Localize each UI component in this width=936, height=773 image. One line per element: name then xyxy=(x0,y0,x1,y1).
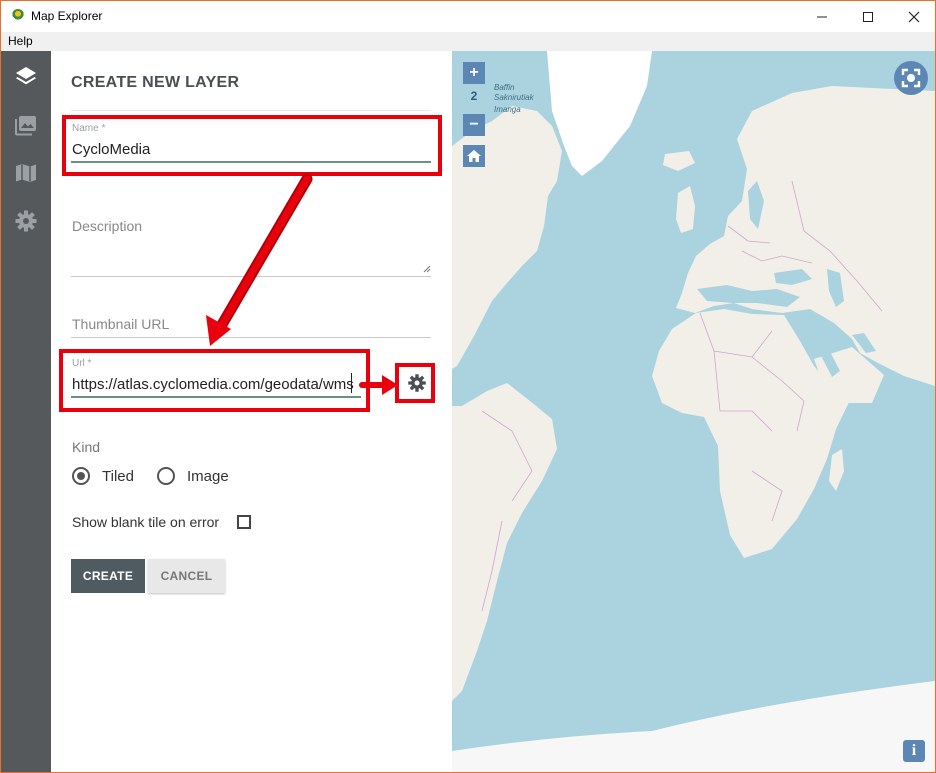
gear-icon xyxy=(408,374,426,392)
text-cursor xyxy=(351,373,352,393)
maximize-button[interactable] xyxy=(845,1,891,32)
madagascar xyxy=(829,449,844,491)
home-button[interactable] xyxy=(463,145,485,167)
title-bar[interactable]: Map Explorer xyxy=(1,1,935,32)
iceland xyxy=(663,151,695,171)
layers-icon[interactable] xyxy=(14,65,38,89)
blank-tile-label: Show blank tile on error xyxy=(72,514,220,530)
resize-handle-icon[interactable] xyxy=(423,265,431,273)
zoom-out-button[interactable]: − xyxy=(463,114,485,136)
menu-item-help[interactable]: Help xyxy=(8,34,33,48)
description-underline xyxy=(71,276,431,277)
cancel-button[interactable]: CANCEL xyxy=(148,559,225,593)
description-field[interactable]: Description xyxy=(72,218,142,234)
create-button[interactable]: CREATE xyxy=(71,559,145,593)
minimize-button[interactable] xyxy=(799,1,845,32)
thumbnail-underline xyxy=(71,337,431,338)
world-map xyxy=(452,51,935,772)
screenshot-icon xyxy=(901,68,921,88)
map-icon[interactable] xyxy=(14,161,38,185)
close-icon xyxy=(908,11,920,22)
window-title: Map Explorer xyxy=(31,9,103,23)
minimize-icon xyxy=(817,16,827,17)
radio-image-label: Image xyxy=(187,468,229,485)
antarctica xyxy=(452,681,935,772)
zoom-in-button[interactable]: + xyxy=(463,62,485,84)
blank-tile-checkbox[interactable] xyxy=(237,515,251,529)
image-icon[interactable] xyxy=(14,113,38,137)
panel-title: CREATE NEW LAYER xyxy=(71,74,240,91)
name-underline xyxy=(71,161,431,163)
info-button[interactable]: i xyxy=(903,740,925,762)
sidebar xyxy=(1,51,51,772)
url-underline xyxy=(71,396,361,398)
close-button[interactable] xyxy=(891,1,935,32)
name-label: Name * xyxy=(72,123,106,134)
app-window: Map Explorer Help CREATE NEW LAYER Name … xyxy=(0,0,936,773)
home-icon xyxy=(467,150,481,162)
radio-tiled[interactable] xyxy=(72,467,90,485)
zoom-level: 2 xyxy=(470,89,478,103)
gear-icon[interactable] xyxy=(14,209,38,233)
app-logo-icon xyxy=(12,9,24,21)
url-settings-button[interactable] xyxy=(407,373,427,393)
url-label: Url * xyxy=(72,358,92,369)
map-place-label: Baffin xyxy=(494,83,515,92)
thumbnail-url-field[interactable]: Thumbnail URL xyxy=(72,316,169,332)
maximize-icon xyxy=(863,11,873,22)
url-input[interactable]: https://atlas.cyclomedia.com/geodata/wms xyxy=(72,376,354,393)
kind-label: Kind xyxy=(72,439,101,455)
south-america xyxy=(452,383,557,701)
create-layer-panel: CREATE NEW LAYER Name * CycloMedia Descr… xyxy=(51,51,452,772)
menu-bar: Help xyxy=(1,32,935,51)
map-view[interactable]: + 2 − Baffin Saknirutiak Imanga i xyxy=(452,51,935,772)
title-divider xyxy=(71,110,431,111)
radio-tiled-label: Tiled xyxy=(102,468,134,485)
radio-image[interactable] xyxy=(157,467,175,485)
map-place-label: Saknirutiak xyxy=(494,93,534,102)
map-place-label: Imanga xyxy=(494,105,521,114)
greenland xyxy=(547,51,652,176)
screenshot-button[interactable] xyxy=(894,61,928,95)
british-isles xyxy=(676,186,695,233)
name-input[interactable]: CycloMedia xyxy=(72,141,150,158)
